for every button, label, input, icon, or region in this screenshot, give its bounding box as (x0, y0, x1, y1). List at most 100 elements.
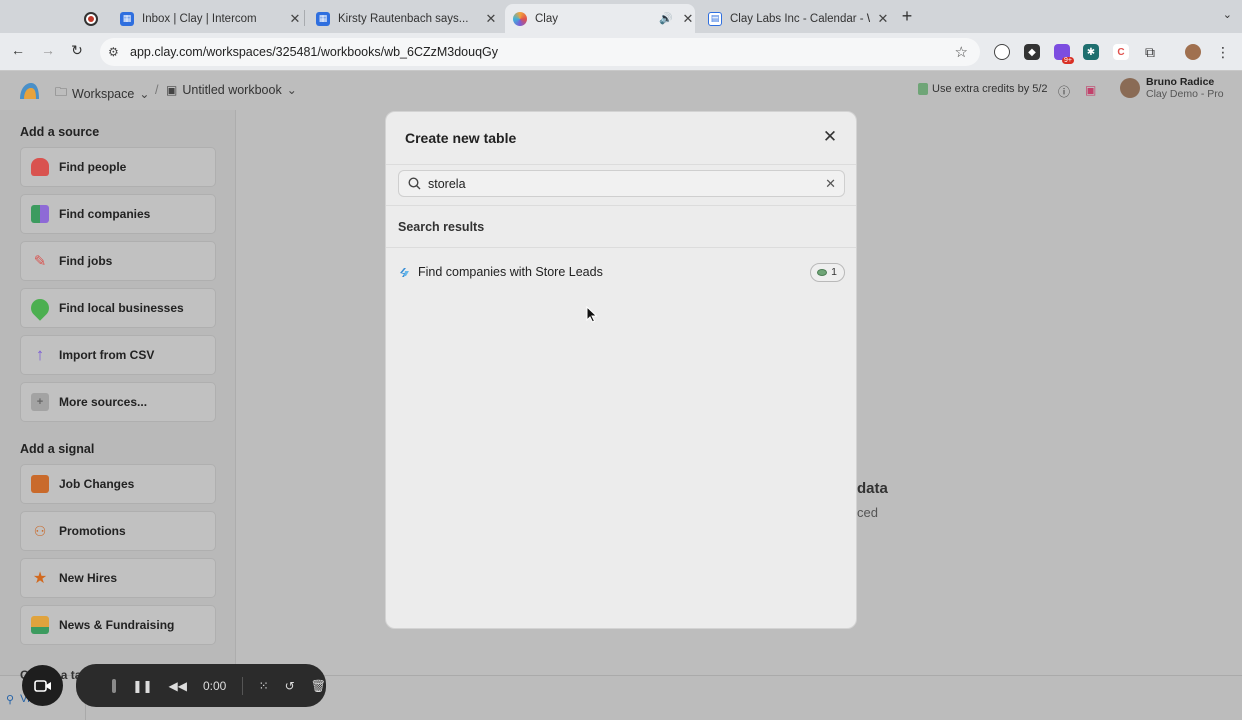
search-result-item[interactable]: Find companies with Store Leads 1 (386, 258, 856, 286)
sidebar-item-news-fundraising[interactable]: News & Fundraising (20, 605, 216, 645)
store-leads-icon (400, 267, 409, 277)
site-info-icon[interactable]: ⚙ (108, 45, 122, 59)
intercom-icon: ▦ (120, 11, 134, 26)
person-icon (31, 158, 49, 176)
breadcrumb-workbook[interactable]: ▣ Untitled workbook ⌄ (166, 83, 297, 97)
browser-menu-icon[interactable]: ⋮ (1215, 44, 1231, 60)
reload-icon[interactable]: ↻ (67, 42, 87, 59)
extension-icon[interactable] (994, 44, 1010, 60)
inbox-icon[interactable]: ▣ (1085, 83, 1096, 97)
new-tab-button[interactable]: + (898, 6, 916, 27)
sidebar-item-find-people[interactable]: Find people (20, 147, 216, 187)
browser-tab-strip: ▦ Inbox | Clay | Intercom ✕ ▦ Kirsty Rau… (0, 0, 1242, 33)
clay-extension-icon[interactable]: C (1113, 44, 1129, 60)
folder-icon: 🗀 (55, 85, 68, 99)
user-menu[interactable]: Bruno Radice Clay Demo - Pro (1120, 76, 1224, 100)
bookmark-star-icon[interactable]: ☆ (955, 43, 968, 61)
close-tab-icon[interactable]: ✕ (288, 11, 302, 27)
camera-button[interactable] (22, 665, 63, 706)
extension-icon[interactable]: ✱ (1083, 44, 1099, 60)
breadcrumb-separator: / (155, 83, 159, 97)
restart-icon[interactable]: ↺ (285, 679, 295, 693)
search-icon (408, 177, 421, 190)
people-icon: ⚇ (33, 522, 47, 539)
search-value[interactable]: storela (428, 177, 825, 191)
search-input[interactable]: storela ✕ (398, 170, 845, 197)
credit-cost: 1 (831, 266, 837, 278)
puzzle-extensions-icon[interactable]: ⧉ (1142, 44, 1158, 60)
sidebar-item-find-jobs[interactable]: ✎ Find jobs (20, 241, 216, 281)
workspace-label: Workspace (72, 86, 135, 101)
user-org: Clay Demo - Pro (1146, 88, 1224, 100)
tab-search-chevron-icon[interactable]: ⌄ (1223, 8, 1232, 21)
rewind-button[interactable]: ◀◀ (169, 679, 187, 693)
credit-cost-badge: 1 (810, 262, 845, 282)
chevron-down-icon: ⌄ (139, 86, 150, 101)
sidebar-item-label: Find local businesses (59, 301, 184, 315)
credits-notice[interactable]: Use extra credits by 5/2 (918, 83, 1048, 95)
sidebar-item-label: Job Changes (59, 477, 135, 491)
map-pin-icon (27, 295, 53, 321)
recording-timer: 0:00 (202, 678, 227, 693)
clear-search-icon[interactable]: ✕ (825, 176, 836, 192)
background-subtext: ced (857, 505, 878, 520)
record-icon (84, 11, 98, 26)
url-text[interactable]: app.clay.com/workspaces/325481/workbooks… (130, 45, 498, 59)
intercom-icon: ▦ (316, 11, 330, 26)
help-icon[interactable]: ⓘ (1058, 83, 1070, 100)
search-results-heading: Search results (398, 220, 485, 234)
sidebar-item-label: Import from CSV (59, 348, 155, 362)
chevron-down-icon: ⌄ (286, 83, 297, 97)
extension-icon[interactable]: 9+ (1054, 44, 1074, 64)
tab-calendar[interactable]: ▤ Clay Labs Inc - Calendar - W ✕ (700, 4, 890, 33)
tab-title: Kirsty Rautenbach says... (338, 12, 469, 25)
browser-toolbar: ← → ↻ ⚙ app.clay.com/workspaces/325481/w… (0, 33, 1242, 71)
modal-title: Create new table (405, 130, 517, 146)
mouse-cursor-icon (586, 306, 598, 323)
breadcrumb-workspace[interactable]: 🗀 Workspace ⌄ (55, 83, 149, 104)
tab-title: Inbox | Clay | Intercom (142, 12, 257, 25)
workbook-icon: ▣ (166, 83, 178, 97)
extension-icon[interactable]: ◆ (1024, 44, 1040, 60)
tab-intercom-inbox[interactable]: ▦ Inbox | Clay | Intercom ✕ (112, 4, 302, 33)
sidebar-item-label: News & Fundraising (59, 618, 175, 632)
star-icon: ★ (32, 570, 48, 587)
sidebar-item-promotions[interactable]: ⚇ Promotions (20, 511, 216, 551)
stop-recording-button[interactable] (111, 678, 117, 693)
divider (386, 205, 856, 206)
sidebar-item-find-companies[interactable]: Find companies (20, 194, 216, 234)
tab-divider (304, 10, 305, 26)
recording-tab[interactable] (84, 4, 102, 33)
calendar-icon: ▤ (708, 11, 722, 26)
sidebar-item-import-csv[interactable]: ↑ Import from CSV (20, 335, 216, 375)
pause-button[interactable]: ❚❚ (132, 679, 152, 693)
address-bar[interactable]: ⚙ app.clay.com/workspaces/325481/workboo… (100, 38, 980, 66)
divider (386, 247, 856, 248)
trash-icon[interactable]: 🗑 (311, 679, 326, 693)
profile-avatar-icon[interactable] (1185, 44, 1201, 60)
upload-arrow-icon: ↑ (35, 345, 45, 364)
plus-box-icon: + (31, 393, 49, 411)
close-modal-button[interactable]: ✕ (820, 127, 840, 147)
forward-arrow-icon[interactable]: → (38, 42, 58, 58)
workbook-label: Untitled workbook (182, 83, 282, 97)
sidebar-item-label: Find people (59, 160, 127, 174)
sidebar-item-label: More sources... (59, 395, 148, 409)
search-result-label: Find companies with Store Leads (418, 265, 603, 279)
close-tab-icon[interactable]: ✕ (484, 11, 498, 27)
tab-kirsty[interactable]: ▦ Kirsty Rautenbach says... ✕ (308, 4, 498, 33)
sidebar: Add a source Find people Find companies … (0, 110, 236, 675)
back-arrow-icon[interactable]: ← (8, 42, 28, 58)
clay-logo-icon[interactable] (18, 82, 40, 100)
sidebar-item-more-sources[interactable]: + More sources... (20, 382, 216, 422)
tab-clay[interactable]: Clay 🔊 ✕ (505, 4, 695, 33)
sidebar-item-find-local-businesses[interactable]: Find local businesses (20, 288, 216, 328)
sidebar-item-job-changes[interactable]: Job Changes (20, 464, 216, 504)
hierarchy-icon: ⚲ (6, 694, 15, 706)
close-tab-icon[interactable]: ✕ (681, 11, 695, 27)
pencil-icon: ✎ (33, 253, 47, 270)
speaker-icon[interactable]: 🔊 (659, 12, 673, 25)
sidebar-item-new-hires[interactable]: ★ New Hires (20, 558, 216, 598)
close-tab-icon[interactable]: ✕ (876, 11, 890, 27)
grid-icon[interactable]: ⁙ (259, 679, 269, 693)
